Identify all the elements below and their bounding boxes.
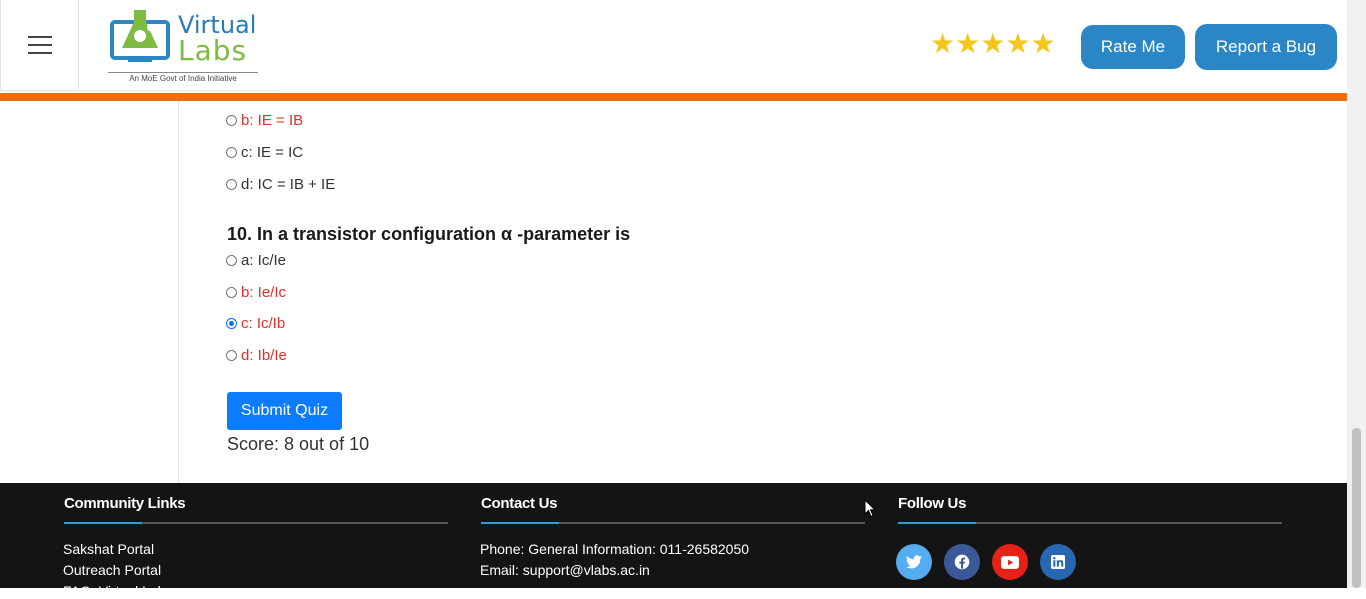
- quiz-option[interactable]: b: Ie/Ic: [226, 282, 286, 302]
- quiz-option[interactable]: b: IE = IB: [226, 110, 303, 130]
- option-label: c: IE = IC: [241, 143, 304, 161]
- virtual-labs-logo[interactable]: Virtual Labs An MoE Govt of India Initia…: [80, 0, 280, 91]
- option-label: a: Ic/Ie: [241, 251, 287, 269]
- page-scrollbar[interactable]: [1347, 0, 1366, 588]
- radio-button-selected[interactable]: [226, 317, 237, 329]
- rating-stars[interactable]: ★ ★ ★ ★ ★: [930, 30, 1056, 58]
- radio-button[interactable]: [226, 254, 237, 266]
- quiz-option[interactable]: c: Ic/Ib: [226, 313, 285, 333]
- twitter-button[interactable]: [896, 544, 932, 580]
- logo-subtitle: Labs: [178, 34, 248, 67]
- option-label: d: Ib/Ie: [241, 346, 287, 364]
- site-footer: Community Links Sakshat Portal Outreach …: [0, 483, 1347, 599]
- star-icon[interactable]: ★: [980, 30, 1005, 58]
- hamburger-icon: [27, 36, 52, 54]
- contact-phone: Phone: General Information: 011-26582050: [480, 541, 750, 557]
- scrollbar-thumb[interactable]: [1352, 428, 1361, 588]
- option-label: c: Ic/Ib: [241, 314, 286, 332]
- star-icon[interactable]: ★: [1030, 30, 1055, 58]
- hamburger-menu-button[interactable]: [0, 0, 79, 91]
- quiz-score: Score: 8 out of 10: [227, 434, 370, 454]
- star-icon[interactable]: ★: [1005, 30, 1030, 58]
- youtube-button[interactable]: [992, 544, 1028, 580]
- linkedin-button[interactable]: [1040, 544, 1076, 580]
- rate-me-button[interactable]: Rate Me: [1081, 25, 1185, 69]
- star-icon[interactable]: ★: [955, 30, 980, 58]
- footer-link-outreach[interactable]: Outreach Portal: [63, 562, 161, 578]
- radio-button[interactable]: [226, 178, 237, 190]
- radio-button[interactable]: [226, 286, 237, 298]
- footer-heading-contact: Contact Us: [481, 495, 558, 512]
- quiz-option[interactable]: d: Ib/Ie: [226, 345, 287, 365]
- youtube-icon: [1001, 555, 1019, 569]
- logo-tagline: An MoE Govt of India Initiative: [108, 72, 258, 83]
- submit-quiz-button[interactable]: Submit Quiz: [227, 392, 342, 430]
- facebook-icon: [954, 554, 970, 570]
- question-title: 10. In a transistor configuration α -par…: [227, 224, 631, 244]
- twitter-icon: [906, 555, 922, 569]
- report-bug-button[interactable]: Report a Bug: [1195, 24, 1337, 70]
- footer-link-sakshat[interactable]: Sakshat Portal: [63, 541, 154, 557]
- radio-button[interactable]: [226, 349, 237, 361]
- radio-button[interactable]: [226, 114, 237, 126]
- footer-divider-accent: [481, 522, 559, 524]
- footer-divider-accent: [64, 522, 142, 524]
- option-label: d: IC = IB + IE: [241, 175, 336, 193]
- option-label: b: IE = IB: [241, 111, 304, 129]
- radio-button[interactable]: [226, 146, 237, 158]
- header-accent-bar: [0, 93, 1347, 101]
- contact-email[interactable]: Email: support@vlabs.ac.in: [480, 562, 650, 578]
- quiz-option[interactable]: c: IE = IC: [226, 142, 303, 162]
- flask-monitor-icon: [110, 10, 170, 62]
- mouse-cursor-icon: [864, 499, 876, 518]
- option-label: b: Ie/Ic: [241, 283, 287, 301]
- footer-link-faq[interactable]: FAQ: Virtual Labs: [63, 583, 172, 599]
- quiz-option[interactable]: d: IC = IB + IE: [226, 174, 335, 194]
- sidebar-divider: [178, 101, 179, 483]
- facebook-button[interactable]: [944, 544, 980, 580]
- footer-heading-community: Community Links: [64, 495, 186, 512]
- footer-divider-accent: [898, 522, 976, 524]
- site-header: Virtual Labs An MoE Govt of India Initia…: [0, 0, 1347, 93]
- linkedin-icon: [1051, 555, 1065, 569]
- footer-heading-follow: Follow Us: [898, 495, 967, 512]
- star-icon[interactable]: ★: [930, 30, 955, 58]
- quiz-option[interactable]: a: Ic/Ie: [226, 250, 286, 270]
